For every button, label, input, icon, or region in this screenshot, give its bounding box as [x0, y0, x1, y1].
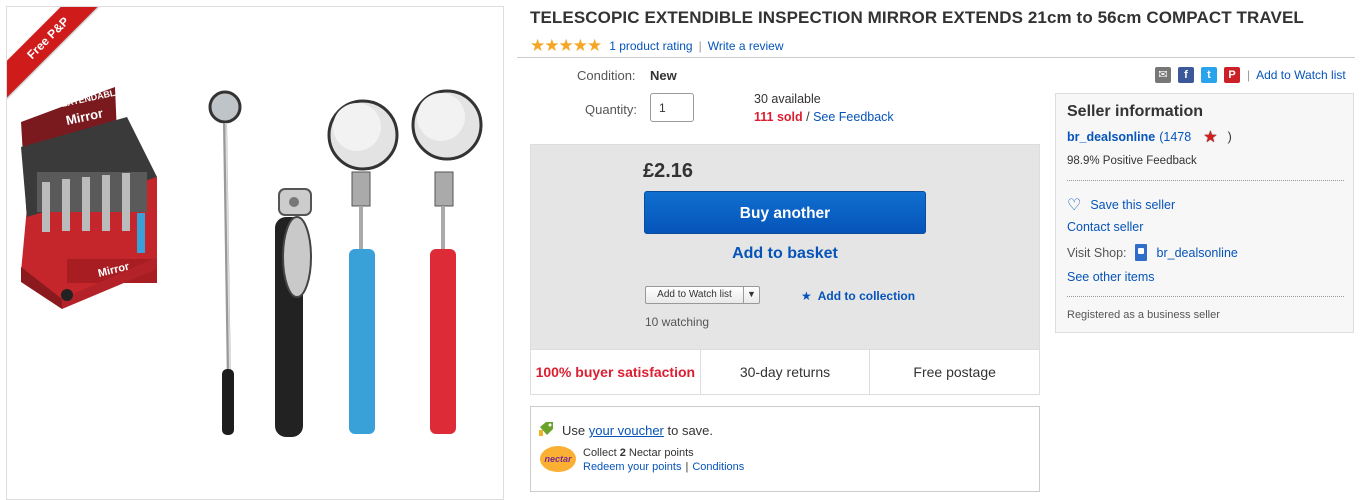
visit-shop-label: Visit Shop: [1067, 245, 1127, 260]
see-feedback-link[interactable]: See Feedback [813, 110, 894, 124]
heart-icon: ♡ [1067, 197, 1082, 214]
seller-name-row: br_dealsonline (1478 ★ ) [1067, 127, 1232, 147]
price: £2.16 [643, 160, 694, 182]
voucher-prefix: Use [562, 423, 589, 438]
feedback-star-icon: ★ [1203, 129, 1218, 146]
facebook-icon[interactable]: f [1178, 67, 1194, 83]
twitter-icon[interactable]: t [1201, 67, 1217, 83]
listing-title: TELESCOPIC EXTENDIBLE INSPECTION MIRROR … [530, 8, 1304, 27]
write-review-link[interactable]: Write a review [708, 39, 784, 53]
collect-prefix: Collect [583, 447, 620, 459]
nectar-collect-text: Collect 2 Nectar points [583, 447, 694, 459]
seller-info-title: Seller information [1067, 103, 1204, 120]
blue-mirror-image [327, 99, 399, 434]
conditions-link[interactable]: Conditions [692, 461, 744, 473]
watch-list-dropdown-label[interactable]: Add to Watch list [646, 287, 743, 303]
redeem-points-link[interactable]: Redeem your points [583, 461, 681, 473]
nectar-separator: | [685, 461, 689, 473]
sold-line: 111 sold / See Feedback [754, 110, 894, 124]
available-count: 30 available [754, 92, 821, 106]
shop-name-link[interactable]: br_dealsonline [1157, 246, 1238, 260]
voucher-suffix: to save. [663, 423, 714, 438]
nectar-logo-icon: nectar [540, 446, 576, 472]
collect-suffix: Nectar points [625, 447, 694, 459]
save-seller-label[interactable]: Save this seller [1090, 198, 1175, 212]
rating-row: ★★★★★ 1 product rating | Write a review [530, 36, 784, 56]
seller-name-link[interactable]: br_dealsonline [1067, 130, 1155, 144]
share-bar: ✉ f t P | Add to Watch list [1155, 67, 1346, 83]
buy-another-button[interactable]: Buy another [644, 191, 926, 234]
rating-stars-icon[interactable]: ★★★★★ [530, 36, 602, 56]
shop-icon[interactable] [1134, 244, 1147, 261]
condition-label: Condition: [577, 68, 636, 83]
buyer-satisfaction-badge: 100% buyer satisfaction [531, 350, 701, 394]
share-separator: | [1247, 68, 1251, 82]
voucher-tag-icon [539, 422, 553, 436]
nectar-links: Redeem your points | Conditions [583, 461, 744, 473]
product-photo: EXTENDABLE Mirror Mirror [21, 86, 483, 437]
contact-seller-link[interactable]: Contact seller [1067, 220, 1143, 234]
watching-count: 10 watching [645, 315, 710, 329]
returns-badge: 30-day returns [701, 350, 871, 394]
add-to-collection-link[interactable]: ★ Add to collection [801, 289, 915, 303]
add-to-collection-label[interactable]: Add to collection [818, 289, 915, 303]
score-close: ) [1227, 130, 1232, 144]
your-voucher-link[interactable]: your voucher [589, 423, 664, 438]
sold-count[interactable]: 111 sold [754, 110, 803, 124]
add-to-basket-button[interactable]: Add to basket [644, 245, 926, 263]
red-mirror-image [411, 89, 483, 434]
seller-divider-2 [1067, 296, 1344, 297]
chevron-down-icon[interactable]: ▼ [743, 287, 759, 303]
see-other-items-link[interactable]: See other items [1067, 270, 1155, 284]
sold-separator: / [802, 110, 814, 124]
add-to-watch-list-link[interactable]: Add to Watch list [1256, 68, 1346, 82]
star-icon: ★ [801, 289, 812, 303]
feedback-score-link[interactable]: (1478 [1159, 130, 1191, 144]
pinterest-icon[interactable]: P [1224, 67, 1240, 83]
trust-badges: 100% buyer satisfaction 30-day returns F… [530, 349, 1040, 395]
add-to-watch-list-dropdown[interactable]: Add to Watch list ▼ [645, 286, 760, 304]
business-seller-note: Registered as a business seller [1067, 309, 1220, 321]
product-image-panel[interactable]: EXTENDABLE Mirror Mirror Free P&P [6, 6, 504, 500]
positive-feedback: 98.9% Positive Feedback [1067, 155, 1197, 167]
quantity-label: Quantity: [585, 102, 638, 117]
header-divider [517, 57, 1355, 58]
display-box-image: EXTENDABLE Mirror Mirror [21, 86, 157, 309]
free-postage-badge: Free postage [913, 364, 996, 380]
voucher-text: Use your voucher to save. [562, 423, 713, 438]
quantity-input[interactable] [650, 93, 694, 122]
visit-shop-row: Visit Shop: br_dealsonline [1067, 244, 1238, 261]
save-seller-button[interactable]: ♡ Save this seller [1067, 195, 1175, 215]
condition-value: New [650, 68, 677, 83]
small-mirror-image [208, 90, 242, 435]
email-icon[interactable]: ✉ [1155, 67, 1171, 83]
product-rating-link[interactable]: 1 product rating [609, 39, 692, 53]
rating-separator: | [698, 39, 702, 53]
seller-divider-1 [1067, 180, 1344, 181]
black-mirror-image [275, 188, 312, 437]
